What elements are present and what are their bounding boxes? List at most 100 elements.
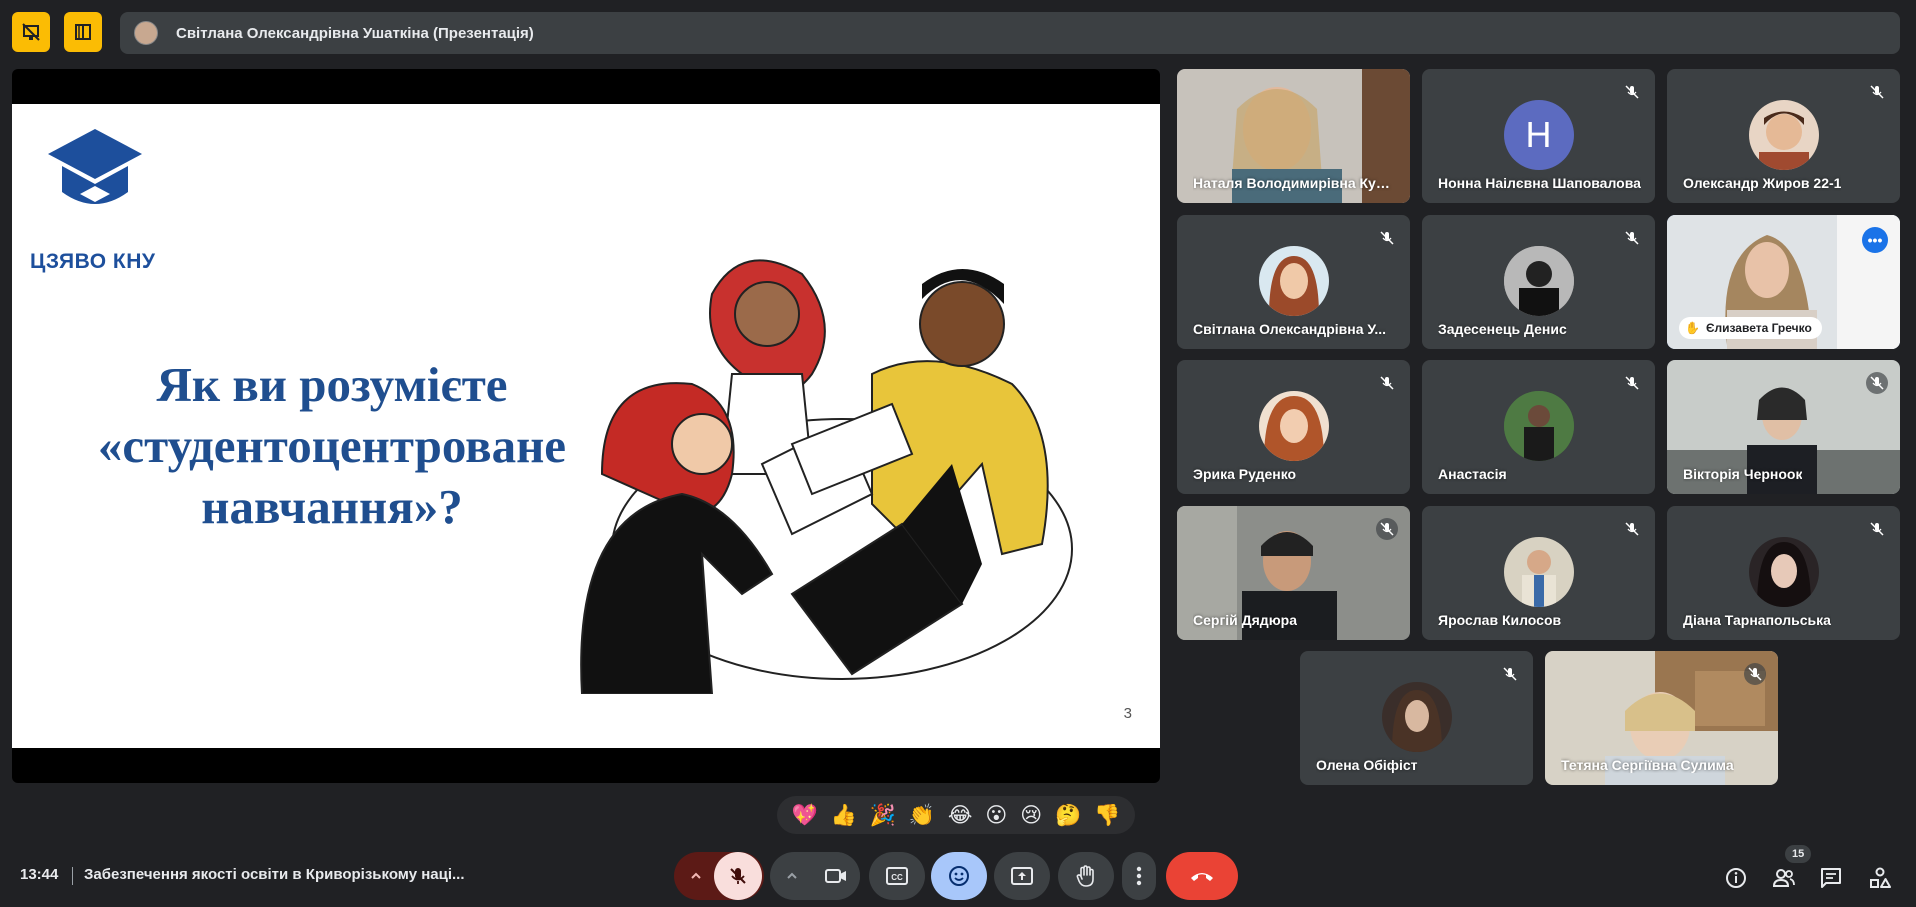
students-illustration [580,259,1073,694]
mic-off-icon [1866,518,1888,540]
chat-icon[interactable] [1818,865,1844,891]
reactions-bar: 💖 👍 🎉 👏 😂 😮 😢 🤔 👎 [777,796,1135,834]
thinking-reaction[interactable]: 🤔 [1055,803,1081,828]
top-bar: Світлана Олександрівна Ушаткіна (Презент… [0,0,1916,66]
presenter-label: Світлана Олександрівна Ушаткіна (Презент… [176,24,534,42]
hand-icon [1076,865,1094,887]
mic-off-icon [1866,372,1888,394]
clapping-reaction[interactable]: 👏 [909,803,935,828]
more-options-icon[interactable]: ••• [1862,227,1888,253]
mic-off-icon [1499,663,1521,685]
reactions-button[interactable] [931,852,987,900]
participant-avatar [1748,537,1819,607]
camera-group [770,852,860,900]
participant-tile[interactable]: Анастасія [1422,360,1655,494]
mic-off-icon [1621,81,1643,103]
participant-tile[interactable]: Тетяна Сергіївна Сулима [1545,651,1778,785]
present-screen-icon [1011,867,1033,885]
mic-off-icon [1376,518,1398,540]
clock: 13:44 [20,866,59,883]
audio-options-chevron-icon[interactable] [674,852,718,900]
participant-name: Олександр Жиров 22-1 [1683,175,1842,191]
slide-title: Як ви розумієте «студентоцентроване навч… [72,354,592,537]
presentation-stage[interactable]: ЦЗЯВО КНУ Як ви розумієте «студентоцентр… [12,69,1160,783]
raised-hand-badge: ✋ Єлизавета Гречко [1679,317,1822,339]
thumbs-up-reaction[interactable]: 👍 [831,803,857,828]
laughing-reaction[interactable]: 😂 [948,803,973,827]
participant-avatar: H [1503,100,1574,170]
participant-tile[interactable]: Сергій Дядюра [1177,506,1410,640]
participant-tile[interactable]: Эрика Руденко [1177,360,1410,494]
bottom-toolbar: 13:44 Забезпечення якості освіти в Криво… [0,845,1916,907]
mic-off-icon [1621,372,1643,394]
more-vert-icon [1136,866,1142,886]
participant-avatar [1381,682,1452,752]
slide-title-line: Як ви розумієте [156,357,508,412]
surprised-reaction[interactable]: 😮 [985,803,1007,827]
divider [72,867,73,885]
raise-hand-button[interactable] [1058,852,1114,900]
leave-call-button[interactable] [1166,852,1238,900]
participant-tile[interactable]: Олена Обіфіст [1300,651,1533,785]
participant-tile[interactable]: H Нонна Наілєвна Шаповалова [1422,69,1655,203]
mic-off-icon [730,868,746,884]
participant-name: Ярослав Килосов [1438,612,1562,628]
people-count-badge: 15 [1785,845,1812,863]
people-icon[interactable] [1771,865,1797,891]
present-button[interactable] [994,852,1050,900]
layout-icon[interactable] [64,12,102,52]
meeting-title: Забезпечення якості освіти в Криворізько… [84,866,465,883]
camera-button[interactable] [812,852,860,900]
camera-icon [825,869,846,883]
participant-name: Олена Обіфіст [1316,757,1418,773]
participant-tile[interactable]: Задесенець Денис [1422,215,1655,349]
end-call-icon [1191,873,1213,881]
meeting-info-icon[interactable] [1723,865,1749,891]
participant-tile-active-speaker[interactable]: ••• ✋ Єлизавета Гречко [1667,215,1900,349]
captions-icon: CC [886,867,908,885]
party-popper-reaction[interactable]: 🎉 [870,803,896,828]
video-options-chevron-icon[interactable] [770,852,814,900]
no-presenter-icon[interactable] [12,12,50,52]
participant-avatar [1503,537,1574,607]
logo-text: ЦЗЯВО КНУ [30,250,156,273]
mic-off-button[interactable] [714,852,762,900]
hand-icon: ✋ [1685,321,1700,335]
participant-name: Вікторія Черноок [1683,466,1803,482]
participant-tile[interactable]: Діана Тарнапольська [1667,506,1900,640]
captions-button[interactable]: CC [869,852,925,900]
participant-name: Єлизавета Гречко [1705,321,1812,335]
slide-title-line: «студентоцентроване [97,418,567,473]
participant-avatar [1503,391,1574,461]
mic-off-icon [1376,227,1398,249]
participant-name: Діана Тарнапольська [1683,612,1831,628]
mic-off-icon [1376,372,1398,394]
participant-name: Тетяна Сергіївна Сулима [1561,757,1734,773]
thumbs-down-reaction[interactable]: 👎 [1094,803,1120,828]
sad-reaction[interactable]: 😢 [1020,803,1042,827]
participant-tile[interactable]: Світлана Олександрівна У... [1177,215,1410,349]
participant-tile[interactable]: Ярослав Килосов [1422,506,1655,640]
presenter-bar[interactable]: Світлана Олександрівна Ушаткіна (Презент… [120,12,1900,54]
mic-off-icon [1744,663,1766,685]
participant-avatar [1258,246,1329,316]
participant-name: Сергій Дядюра [1193,612,1297,628]
participant-name: Задесенець Денис [1438,321,1567,337]
mic-off-icon [1621,518,1643,540]
slide: ЦЗЯВО КНУ Як ви розумієте «студентоцентр… [12,104,1160,748]
graduation-cap-logo-icon [48,129,142,204]
participant-name: Наталя Володимирівна Куш... [1193,175,1398,191]
participant-tile[interactable]: Вікторія Черноок [1667,360,1900,494]
slide-title-line: навчання»? [201,479,463,534]
participant-name: Світлана Олександрівна У... [1193,321,1387,337]
participant-name: Нонна Наілєвна Шаповалова [1438,175,1641,191]
sparkling-heart-reaction[interactable]: 💖 [791,803,817,828]
participant-name: Анастасія [1438,466,1507,482]
mic-off-icon [1866,81,1888,103]
activities-icon[interactable] [1867,865,1893,891]
participant-tile[interactable]: Наталя Володимирівна Куш... [1177,69,1410,203]
emoji-icon [949,866,969,886]
participant-tile[interactable]: Олександр Жиров 22-1 [1667,69,1900,203]
mic-off-icon [1621,227,1643,249]
more-options-button[interactable] [1122,852,1156,900]
